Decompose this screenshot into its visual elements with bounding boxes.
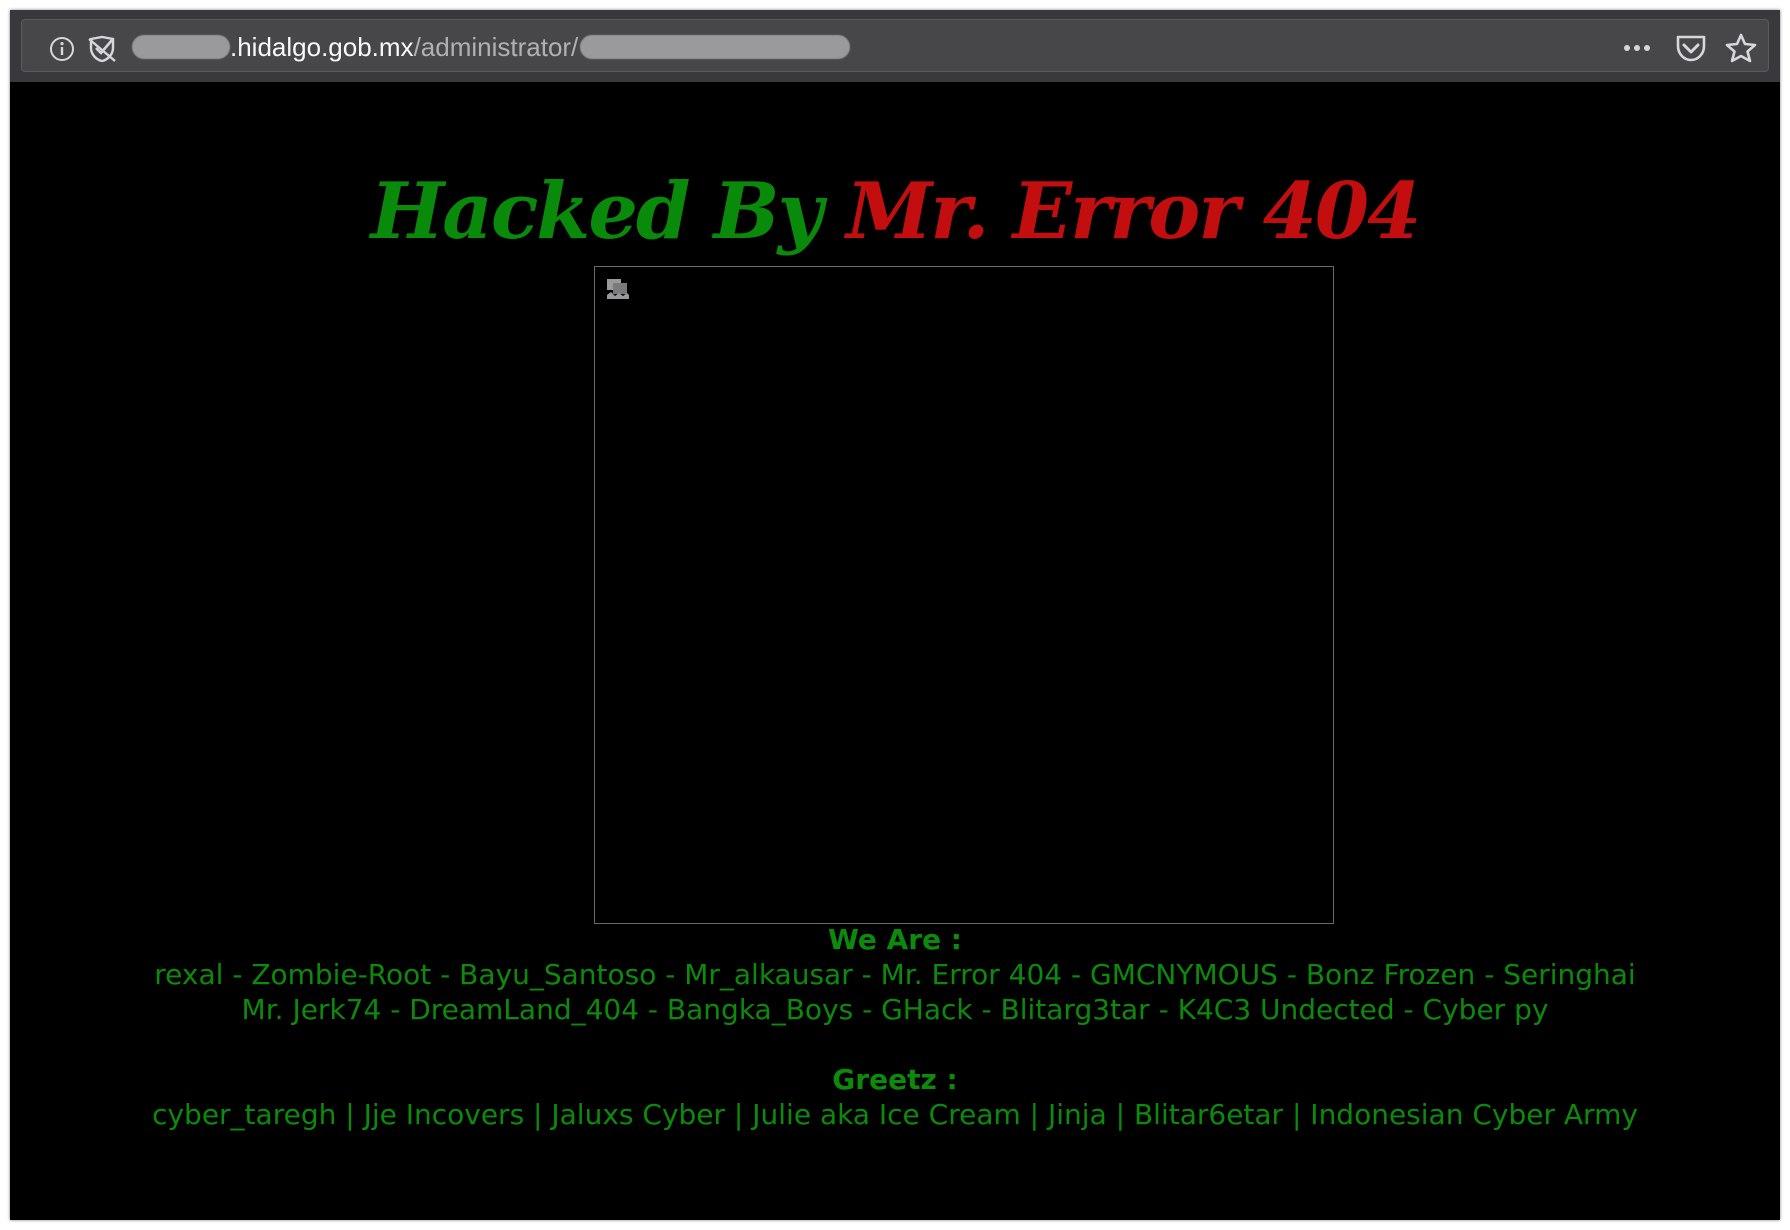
url-text[interactable]: .hidalgo.gob.mx/administrator/ [132,32,851,62]
greetz-label: Greetz : [832,1063,958,1096]
more-actions-icon[interactable] [1617,35,1657,61]
broken-image-icon [605,275,631,301]
url-path: /administrator/ [413,32,579,62]
browser-window: .hidalgo.gob.mx/administrator/ Hacked By… [10,10,1780,1220]
page-content: Hacked By Mr. Error 404 We Are : rexal -… [10,82,1780,1220]
broken-image [594,266,1334,924]
tracking-protection-icon[interactable] [87,35,117,63]
greetz-list: cyber_taregh | Jje Incovers | Jaluxs Cyb… [152,1098,1638,1131]
headline-author: Mr. Error 404 [846,166,1421,257]
info-icon[interactable] [49,36,75,62]
redacted-path [580,35,851,59]
page-title: Hacked By Mr. Error 404 [10,162,1780,262]
we-are-label: We Are : [827,923,963,956]
bookmark-star-icon[interactable] [1724,32,1758,64]
url-bar[interactable]: .hidalgo.gob.mx/administrator/ [21,19,1769,72]
members-line-1: rexal - Zombie-Root - Bayu_Santoso - Mr_… [154,958,1636,991]
redacted-subdomain [132,35,230,59]
url-host: .hidalgo.gob.mx [230,32,414,62]
members-line-2: Mr. Jerk74 - DreamLand_404 - Bangka_Boys… [241,993,1549,1026]
browser-toolbar: .hidalgo.gob.mx/administrator/ [10,10,1780,82]
headline-hacked-by: Hacked By [370,166,823,257]
pocket-icon[interactable] [1674,33,1708,63]
